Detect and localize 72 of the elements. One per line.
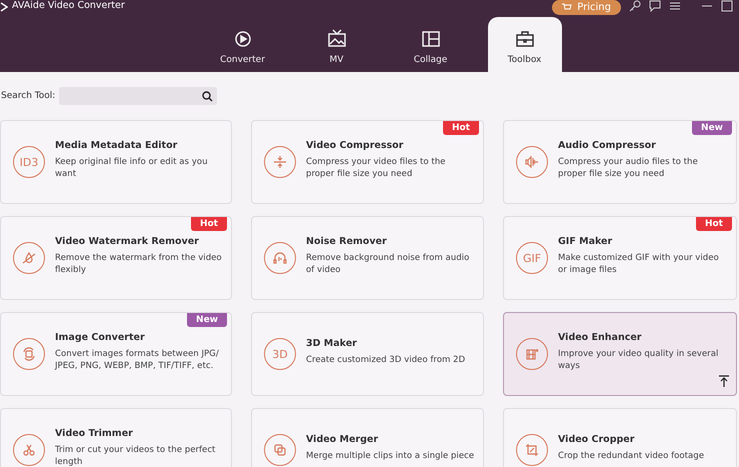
headphones-icon [264,242,296,274]
menu-icon[interactable] [669,0,681,12]
tool-name: Noise Remover [306,236,388,247]
speaker-icon [516,146,548,178]
scissors-icon [13,434,45,466]
tool-description: Make customized GIF with your video or image files [558,252,720,276]
tool-description: Compress your video files to the proper file size you need [306,156,446,180]
tool-card[interactable]: Video Merger Merge multiple clips into a single piece [251,408,484,467]
tool-description: Improve your video quality in several ways [558,348,720,372]
tool-card[interactable]: Hot Video Watermark Remover Remove the watermark from the video flexibly [0,216,232,300]
tool-description: Remove the watermark from the video flexibly [55,252,223,276]
tag-label: Hot [442,121,479,135]
tool-name: Video Trimmer [55,428,134,439]
tool-name: Media Metadata Editor [55,140,178,151]
tool-name: 3D Maker [306,338,358,349]
text-badge-icon: 3D [264,338,296,370]
converter-icon [232,28,252,48]
cart-icon [562,2,572,12]
tool-card[interactable]: Noise Remover Remove background noise from audio of video [251,216,484,300]
tool-card[interactable]: Video Trimmer Trim or cut your videos to the perfect length [0,408,232,467]
tool-description: Convert images formats between JPG/ JPEG, PNG, WEBP, BMP, TIF/TIFF, etc. [55,348,220,372]
play-logo-icon [0,2,8,12]
tool-description: Trim or cut your videos to the perfect length [55,444,216,467]
nav-tab[interactable]: MV [300,17,374,72]
key-icon[interactable] [629,0,641,12]
search-field[interactable] [59,87,218,105]
tool-description: Crop the redundant video footage [558,450,704,462]
tag-label: Hot [190,217,227,231]
chat-icon[interactable] [649,0,661,12]
tool-card[interactable]: Hot Video Compressor Compress your video files to the proper file size you need [251,120,484,204]
tool-card[interactable]: Video Cropper Crop the redundant video footage [503,408,737,467]
image-icon [13,338,45,370]
toolbox-icon [514,28,534,48]
film-icon [516,338,548,370]
tool-name: Video Compressor [306,140,404,151]
search-icon[interactable] [202,90,214,102]
tag-label: Hot [696,217,732,231]
tool-description: Merge multiple clips into a single piece [306,450,474,462]
tool-description: Create customized 3D video from 2D [306,354,466,366]
tool-name: Video Cropper [558,434,636,445]
collage-icon [420,28,440,48]
tool-description: Keep original file info or edit as you want [55,156,209,180]
tool-name: GIF Maker [558,236,614,247]
compress-icon [264,146,296,178]
tool-card[interactable]: Video Enhancer Improve your video quality in several ways [503,312,737,396]
tool-description: Remove background noise from audio of video [306,252,470,276]
text-badge-icon: GIF [516,242,548,274]
tool-description: Compress your audio files to the proper file size you need [558,156,699,180]
tool-name: Image Converter [55,332,146,343]
merge-icon [264,434,296,466]
tool-card[interactable]: 3D 3D Maker Create customized 3D video from 2D [251,312,484,396]
tag-label: New [187,313,227,327]
drop-icon [13,242,45,274]
tag-label: New [692,121,732,135]
tool-card[interactable]: New Audio Compressor Compress your audio files to the proper file size you need [503,120,737,204]
maximize-icon[interactable] [721,0,733,12]
crop-icon [516,434,548,466]
text-badge-icon: ID3 [13,146,45,178]
tool-name: Audio Compressor [558,140,657,151]
nav-tab[interactable]: Toolbox [488,17,562,72]
scroll-top-icon[interactable] [718,375,730,387]
tool-name: Video Merger [306,434,380,445]
window-title: AVAide Video Converter [12,0,125,12]
tool-name: Video Watermark Remover [55,236,200,247]
tool-name: Video Enhancer [558,332,642,343]
tool-card[interactable]: ID3 Media Metadata Editor Keep original file info or edit as you want [0,120,232,204]
search-label: Search Tool: [1,91,56,101]
nav-tab[interactable]: Converter [206,17,280,72]
tool-card[interactable]: New Image Converter Convert images formats between JPG/ JPEG, PNG, WEBP, BMP, TIF/TIFF, etc. [0,312,232,396]
nav-tab[interactable]: Collage [394,17,468,72]
tool-card[interactable]: Hot GIF GIF Maker Make customized GIF with your video or image files [503,216,737,300]
tv-icon [326,28,346,48]
